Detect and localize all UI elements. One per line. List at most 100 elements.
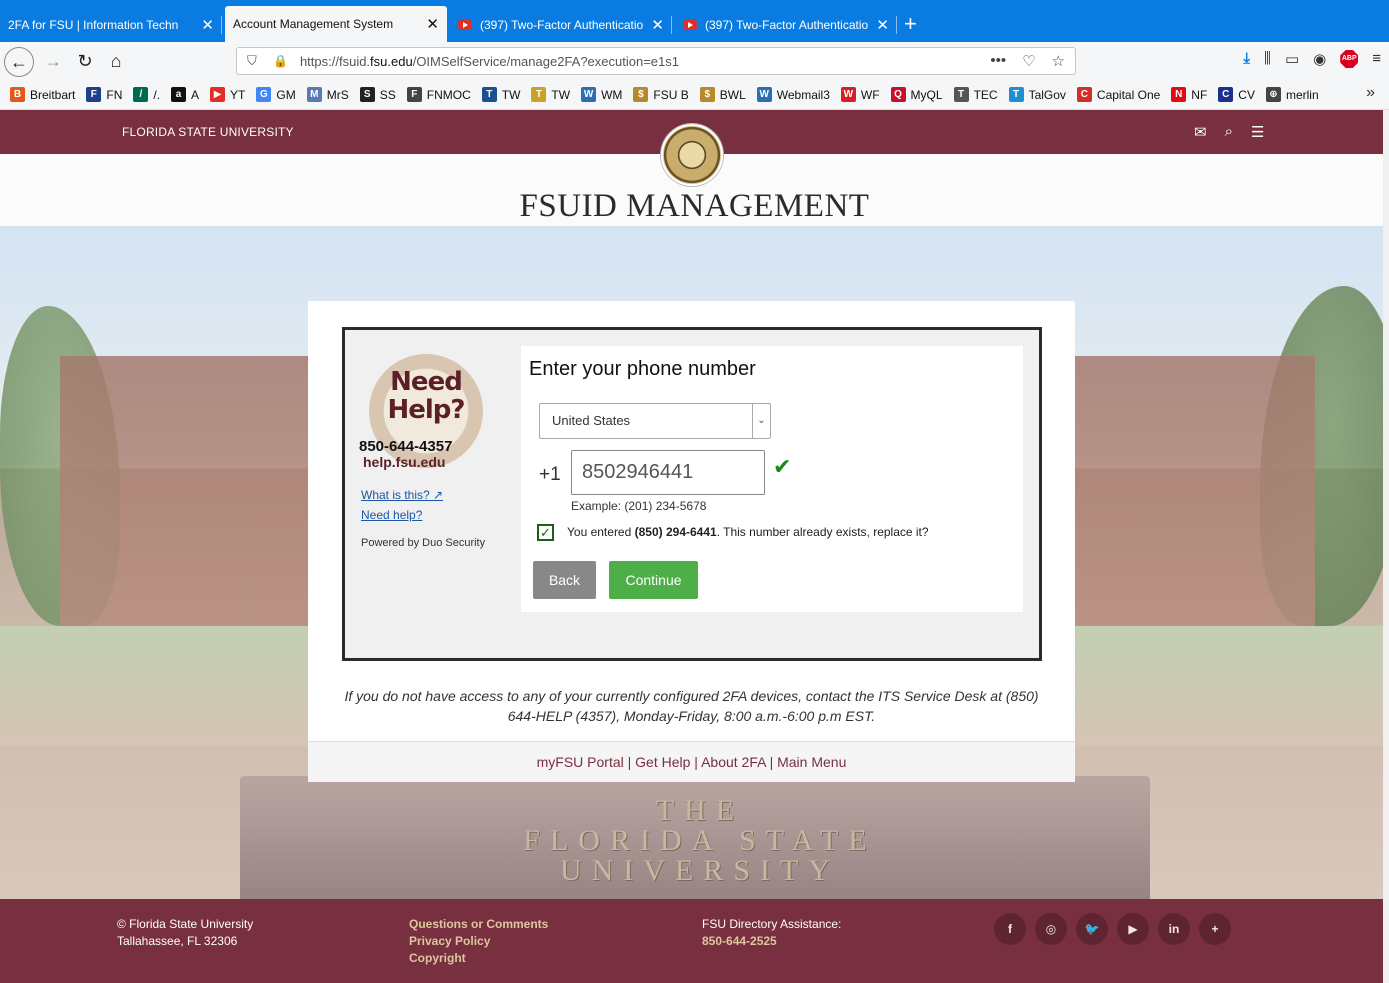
directory-phone-link[interactable]: 850-644-2525 xyxy=(702,933,841,950)
bookmark-bwl[interactable]: $ BWL xyxy=(699,87,746,102)
bookmark-capital-one[interactable]: C Capital One xyxy=(1076,87,1160,102)
menu-hamburger-icon[interactable]: ≡ xyxy=(1372,50,1381,68)
search-icon[interactable]: ⌕ xyxy=(1225,123,1233,141)
account-icon[interactable]: ◉ xyxy=(1313,50,1326,68)
bookmark-favicon-icon: T xyxy=(1008,87,1024,102)
replace-number-label: You entered (850) 294-6441. This number … xyxy=(567,525,929,539)
reload-icon[interactable]: ↻ xyxy=(72,48,98,74)
tracking-shield-icon[interactable]: ⛉ xyxy=(247,53,261,69)
sidebar-icon[interactable]: ▭ xyxy=(1285,50,1299,68)
powered-by-duo: Powered by Duo Security xyxy=(361,537,486,549)
library-icon[interactable]: ⫼ xyxy=(1264,50,1271,68)
tab-title: 2FA for FSU | Information Techn xyxy=(8,18,179,32)
bookmark-tw[interactable]: T TW xyxy=(481,87,520,102)
social-links: f ◎ 🐦 ▶ in + xyxy=(994,913,1231,945)
need-help-link[interactable]: Need help? xyxy=(361,505,443,525)
card-footer-links: myFSU Portal | Get Help | About 2FA | Ma… xyxy=(308,741,1075,782)
bookmark-yt[interactable]: ▶ YT xyxy=(210,87,245,102)
bookmark-webmail3[interactable]: W Webmail3 xyxy=(756,87,830,102)
close-tab-icon[interactable]: ✕ xyxy=(876,16,889,34)
what-is-this-link[interactable]: What is this? ↗ xyxy=(361,485,443,505)
myfsu-portal-link[interactable]: myFSU Portal xyxy=(537,754,624,770)
page: FLORIDA STATE UNIVERSITY ✉ ⌕ ☰ FSUID MAN… xyxy=(0,110,1389,983)
bookmark--[interactable]: //. xyxy=(133,87,160,102)
tab-2fa-for-fsu[interactable]: 2FA for FSU | Information Techn ✕ xyxy=(0,8,222,42)
close-tab-icon[interactable]: ✕ xyxy=(651,16,664,34)
bookmark-star-icon[interactable]: ☆ xyxy=(1052,52,1065,70)
fsu-seal-logo[interactable] xyxy=(661,124,723,186)
bookmark-gm[interactable]: G GM xyxy=(256,87,296,102)
main-menu-link[interactable]: Main Menu xyxy=(777,754,846,770)
bookmark-a[interactable]: aA xyxy=(171,87,199,102)
tab-account-management[interactable]: Account Management System ✕ xyxy=(225,6,447,42)
copyright-link[interactable]: Copyright xyxy=(409,950,548,967)
menu-icon[interactable]: ☰ xyxy=(1251,123,1264,141)
youtube-icon xyxy=(683,20,697,30)
address-bar[interactable]: ⛉ 🔒 https://fsuid.fsu.edu/OIMSelfService… xyxy=(236,47,1076,75)
tab-bar: 2FA for FSU | Information Techn ✕ Accoun… xyxy=(0,0,1389,42)
bookmark-mrs[interactable]: M MrS xyxy=(306,87,349,102)
bookmark-favicon-icon: / xyxy=(133,87,149,102)
privacy-policy-link[interactable]: Privacy Policy xyxy=(409,933,548,950)
bookmark-cv[interactable]: C CV xyxy=(1218,87,1255,102)
bookmark-favicon-icon: F xyxy=(86,87,102,102)
bookmark-favicon-icon: a xyxy=(171,87,187,102)
address-text: Tallahassee, FL 32306 xyxy=(117,934,238,948)
close-tab-icon[interactable]: ✕ xyxy=(201,16,214,34)
2fa-card: Need Help? 850-644-4357 help.fsu.edu Wha… xyxy=(308,301,1075,782)
scrollbar[interactable] xyxy=(1383,110,1389,983)
instagram-icon[interactable]: ◎ xyxy=(1035,913,1067,945)
home-icon[interactable]: ⌂ xyxy=(103,48,129,74)
tab-youtube-1[interactable]: (397) Two-Factor Authenticatio ✕ xyxy=(450,8,672,42)
continue-button[interactable]: Continue xyxy=(609,561,698,599)
bookmark-breitbart[interactable]: B Breitbart xyxy=(10,87,75,102)
bookmark-wm[interactable]: W WM xyxy=(581,87,622,102)
bookmark-favicon-icon: W xyxy=(840,87,856,102)
bookmark-favicon-icon: T xyxy=(953,87,969,102)
close-tab-icon[interactable]: ✕ xyxy=(426,15,439,33)
lock-icon[interactable]: 🔒 xyxy=(273,54,288,68)
questions-link[interactable]: Questions or Comments xyxy=(409,916,548,933)
facebook-icon[interactable]: f xyxy=(994,913,1026,945)
bookmark-tw[interactable]: T TW xyxy=(531,87,570,102)
email-icon[interactable]: ✉ xyxy=(1194,123,1207,141)
forward-arrow-icon[interactable]: → xyxy=(40,48,66,74)
bookmark-ss[interactable]: S SS xyxy=(359,87,396,102)
download-icon[interactable]: ⤓ xyxy=(1243,50,1250,68)
more-icon[interactable]: + xyxy=(1199,913,1231,945)
country-select[interactable]: United States ⌄ xyxy=(539,403,771,439)
bookmark-favicon-icon: Q xyxy=(890,87,906,102)
bookmark-merlin[interactable]: ⊕ merlin xyxy=(1265,87,1319,102)
twitter-icon[interactable]: 🐦 xyxy=(1076,913,1108,945)
phone-entry-form: Enter your phone number United States ⌄ … xyxy=(521,346,1023,612)
adblock-plus-icon[interactable]: ABP xyxy=(1340,50,1359,68)
bookmark-talgov[interactable]: T TalGov xyxy=(1008,87,1066,102)
bookmark-wf[interactable]: W WF xyxy=(840,87,880,102)
bookmark-fnmoc[interactable]: F FNMOC xyxy=(406,87,471,102)
tab-youtube-2[interactable]: (397) Two-Factor Authenticatio ✕ xyxy=(675,8,897,42)
phone-number-input[interactable]: 8502946441 xyxy=(571,450,765,495)
bookmark-favicon-icon: C xyxy=(1076,87,1092,102)
page-actions-icon[interactable]: ••• xyxy=(990,52,1006,70)
get-help-link[interactable]: Get Help xyxy=(635,754,690,770)
new-tab-plus-icon[interactable]: + xyxy=(904,11,917,37)
back-button[interactable]: Back xyxy=(533,561,596,599)
bookmark-tec[interactable]: T TEC xyxy=(953,87,998,102)
linkedin-icon[interactable]: in xyxy=(1158,913,1190,945)
external-link-icon: ↗ xyxy=(433,488,444,502)
replace-number-checkbox[interactable]: ✓ xyxy=(537,524,554,541)
bookmark-fsu-b[interactable]: $ FSU B xyxy=(633,87,689,102)
youtube-icon[interactable]: ▶ xyxy=(1117,913,1149,945)
bookmark-nf[interactable]: N NF xyxy=(1171,87,1207,102)
url-text: https://fsuid.fsu.edu/OIMSelfService/man… xyxy=(299,53,679,69)
bookmark-myql[interactable]: Q MyQL xyxy=(890,87,943,102)
back-arrow-icon[interactable]: ← xyxy=(4,47,34,77)
pocket-icon[interactable]: ♡ xyxy=(1022,52,1035,70)
about-2fa-link[interactable]: About 2FA xyxy=(701,754,766,770)
bookmark-fn[interactable]: F FN xyxy=(86,87,122,102)
bookmark-favicon-icon: ⊕ xyxy=(1265,87,1281,102)
more-bookmarks-chevron-icon[interactable]: » xyxy=(1366,84,1375,102)
university-name[interactable]: FLORIDA STATE UNIVERSITY xyxy=(122,125,294,139)
bookmark-favicon-icon: T xyxy=(481,87,497,102)
bookmark-favicon-icon: B xyxy=(10,87,25,102)
